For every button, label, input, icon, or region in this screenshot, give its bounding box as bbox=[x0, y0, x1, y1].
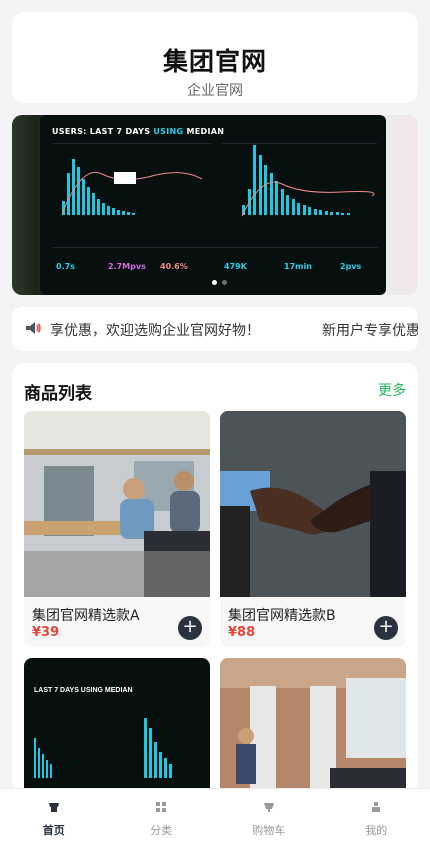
banner-carousel[interactable]: USERS: LAST 7 DAYS USING MEDIAN 0.7s 2.7… bbox=[12, 115, 418, 295]
banner-stat: 0.7s bbox=[56, 262, 75, 271]
tab-label: 购物车 bbox=[252, 824, 286, 837]
product-image bbox=[220, 658, 406, 793]
product-card[interactable]: LAST 7 DAYS USING MEDIAN bbox=[24, 658, 210, 793]
banner-screen-title: USERS: LAST 7 DAYS USING MEDIAN bbox=[52, 127, 225, 136]
notice-marquee: 享优惠，欢迎选购企业官网好物！ 新用户专享优惠 bbox=[50, 307, 418, 351]
product-card[interactable]: 集团官网精选款A ¥39 + bbox=[24, 411, 210, 647]
banner-stat: 17min bbox=[284, 262, 312, 271]
product-name: 集团官网精选款B bbox=[228, 608, 336, 624]
product-image bbox=[220, 411, 406, 597]
tab-category[interactable]: 分类 bbox=[108, 789, 216, 844]
banner-stat: 2pvs bbox=[340, 262, 362, 271]
banner-stat: 40.6% bbox=[160, 262, 188, 271]
add-to-cart-button[interactable]: + bbox=[178, 616, 202, 640]
tab-label: 首页 bbox=[42, 824, 65, 837]
svg-text:LAST 7 DAYS USING MEDIAN: LAST 7 DAYS USING MEDIAN bbox=[34, 687, 133, 694]
tab-cart[interactable]: 购物车 bbox=[215, 789, 323, 844]
tab-profile[interactable]: 我的 bbox=[323, 789, 430, 844]
bottom-tab-bar: 首页 分类 购物车 我的 bbox=[0, 788, 430, 844]
add-to-cart-button[interactable]: + bbox=[374, 616, 398, 640]
product-section: 商品列表 更多 集团官网精选款A ¥39 + 集团官网精选款B ¥88 + LA… bbox=[12, 363, 418, 793]
tab-label: 我的 bbox=[365, 824, 388, 837]
site-header: 集团官网 企业官网 bbox=[12, 12, 418, 103]
banner-image: USERS: LAST 7 DAYS USING MEDIAN 0.7s 2.7… bbox=[40, 115, 386, 295]
carousel-dot[interactable] bbox=[222, 280, 227, 285]
speaker-icon bbox=[24, 319, 44, 339]
tab-label: 分类 bbox=[150, 824, 173, 837]
product-image: LAST 7 DAYS USING MEDIAN bbox=[24, 658, 210, 793]
carousel-dot-active[interactable] bbox=[212, 280, 217, 285]
product-card[interactable]: 集团官网精选款B ¥88 + bbox=[220, 411, 406, 647]
banner-stat: 479K bbox=[224, 262, 247, 271]
banner-stat: 2.7Mpvs bbox=[108, 262, 146, 271]
more-link[interactable]: 更多 bbox=[378, 380, 406, 400]
site-subtitle: 企业官网 bbox=[187, 83, 243, 99]
banner-chart-left bbox=[52, 143, 212, 227]
tab-home[interactable]: 首页 bbox=[0, 789, 108, 844]
section-title: 商品列表 bbox=[24, 384, 92, 404]
notice-bar[interactable]: 享优惠，欢迎选购企业官网好物！ 新用户专享优惠 bbox=[12, 307, 418, 351]
banner-chart-right bbox=[222, 143, 377, 227]
notice-text: 享优惠，欢迎选购企业官网好物！ bbox=[50, 323, 260, 339]
product-image bbox=[24, 411, 210, 597]
site-title: 集团官网 bbox=[162, 47, 267, 76]
product-card[interactable] bbox=[220, 658, 406, 793]
notice-text: 新用户专享优惠 bbox=[322, 323, 418, 339]
grid-icon bbox=[156, 802, 167, 812]
product-price: ¥88 bbox=[228, 625, 256, 640]
user-icon bbox=[372, 802, 381, 812]
home-icon bbox=[48, 803, 59, 812]
cart-icon bbox=[263, 803, 274, 812]
product-name: 集团官网精选款A bbox=[32, 608, 140, 624]
product-price: ¥39 bbox=[32, 625, 60, 640]
